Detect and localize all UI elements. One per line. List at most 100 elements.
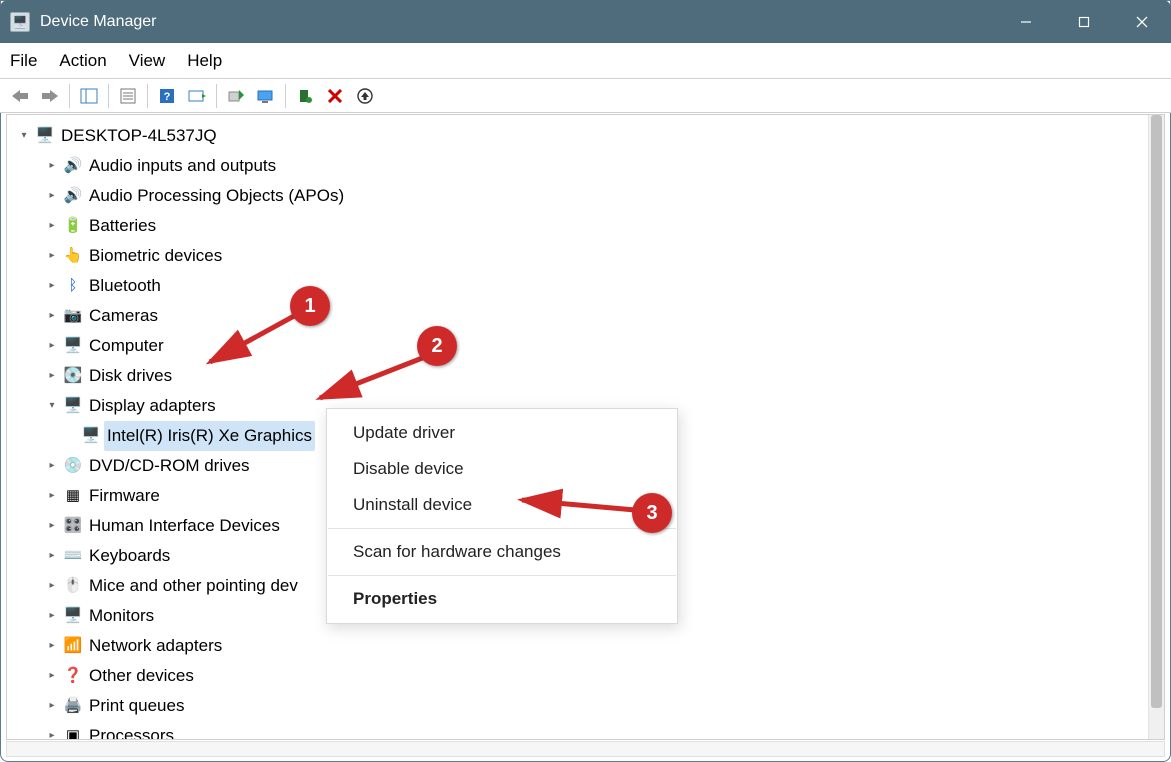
tree-node-audio-io[interactable]: ▸ 🔊 Audio inputs and outputs: [43, 151, 1148, 181]
chevron-right-icon[interactable]: ▸: [43, 547, 61, 565]
chevron-right-icon[interactable]: ▸: [43, 247, 61, 265]
tree-root-label: DESKTOP-4L537JQ: [61, 121, 217, 151]
show-hide-tree-button[interactable]: [75, 82, 103, 110]
tree-node-label: Bluetooth: [89, 271, 161, 301]
annotation-label: 2: [431, 335, 442, 358]
context-menu-scan-hardware[interactable]: Scan for hardware changes: [327, 534, 677, 570]
monitor-icon: 🖥️: [63, 606, 83, 626]
network-icon: 📶: [63, 636, 83, 656]
chip-icon: ▦: [63, 486, 83, 506]
status-bar: [6, 741, 1165, 757]
chevron-down-icon[interactable]: ▾: [43, 397, 61, 415]
chevron-right-icon[interactable]: ▸: [43, 337, 61, 355]
chevron-right-icon[interactable]: ▸: [43, 637, 61, 655]
annotation-arrow-3: [510, 492, 650, 522]
context-menu-separator: [328, 575, 676, 576]
chevron-right-icon[interactable]: ▸: [43, 457, 61, 475]
annotation-callout-3: 3: [632, 493, 672, 533]
chevron-right-icon[interactable]: ▸: [43, 667, 61, 685]
back-button[interactable]: [6, 82, 34, 110]
tree-node-other[interactable]: ▸ ❓ Other devices: [43, 661, 1148, 691]
menu-action[interactable]: Action: [59, 51, 106, 71]
tree-node-label: Display adapters: [89, 391, 216, 421]
chevron-right-icon[interactable]: ▸: [43, 367, 61, 385]
context-menu-properties[interactable]: Properties: [327, 581, 677, 617]
tree-node-apo[interactable]: ▸ 🔊 Audio Processing Objects (APOs): [43, 181, 1148, 211]
chevron-right-icon[interactable]: ▸: [43, 607, 61, 625]
menu-view[interactable]: View: [129, 51, 166, 71]
annotation-label: 1: [304, 295, 315, 318]
tree-node-processors[interactable]: ▸ ▣ Processors: [43, 721, 1148, 739]
minimize-button[interactable]: [997, 0, 1055, 43]
tree-node-bluetooth[interactable]: ▸ ᛒ Bluetooth: [43, 271, 1148, 301]
tree-node-batteries[interactable]: ▸ 🔋 Batteries: [43, 211, 1148, 241]
keyboard-icon: ⌨️: [63, 546, 83, 566]
annotation-callout-1: 1: [290, 286, 330, 326]
tree-node-label: Cameras: [89, 301, 158, 331]
toolbar: ?: [0, 79, 1171, 113]
annotation-callout-2: 2: [417, 326, 457, 366]
update-driver-button[interactable]: [222, 82, 250, 110]
tree-node-label: Human Interface Devices: [89, 511, 280, 541]
mouse-icon: 🖱️: [63, 576, 83, 596]
chevron-right-icon[interactable]: ▸: [43, 517, 61, 535]
tree-node-network[interactable]: ▸ 📶 Network adapters: [43, 631, 1148, 661]
display-adapter-icon: 🖥️: [63, 396, 83, 416]
chevron-right-icon[interactable]: ▸: [43, 577, 61, 595]
menu-bar: File Action View Help: [0, 43, 1171, 79]
speaker-icon: 🔊: [63, 156, 83, 176]
annotation-label: 3: [646, 502, 657, 525]
title-bar: 🖥️ Device Manager: [0, 0, 1171, 43]
menu-help[interactable]: Help: [187, 51, 222, 71]
properties-button[interactable]: [114, 82, 142, 110]
tree-node-label: Processors: [89, 721, 174, 739]
chevron-right-icon[interactable]: ▸: [43, 157, 61, 175]
tree-node-label: Mice and other pointing dev: [89, 571, 298, 601]
monitor-icon: 🖥️: [63, 336, 83, 356]
chevron-right-icon[interactable]: ▸: [43, 187, 61, 205]
uninstall-button[interactable]: [351, 82, 379, 110]
printer-icon: 🖨️: [63, 696, 83, 716]
battery-icon: 🔋: [63, 216, 83, 236]
menu-file[interactable]: File: [10, 51, 37, 71]
tree-node-printq[interactable]: ▸ 🖨️ Print queues: [43, 691, 1148, 721]
chevron-right-icon[interactable]: ▸: [43, 697, 61, 715]
tree-node-label: Audio Processing Objects (APOs): [89, 181, 344, 211]
tree-node-label: Disk drives: [89, 361, 172, 391]
window-title: Device Manager: [40, 13, 157, 31]
chevron-right-icon[interactable]: ▸: [43, 727, 61, 739]
tree-node-label: Firmware: [89, 481, 160, 511]
disk-icon: 💽: [63, 366, 83, 386]
tree-node-label: Audio inputs and outputs: [89, 151, 276, 181]
caption-buttons: [997, 0, 1171, 43]
tree-node-label: Network adapters: [89, 631, 222, 661]
close-button[interactable]: [1113, 0, 1171, 43]
chevron-right-icon[interactable]: ▸: [43, 487, 61, 505]
enable-device-button[interactable]: [291, 82, 319, 110]
tree-node-label: Other devices: [89, 661, 194, 691]
maximize-button[interactable]: [1055, 0, 1113, 43]
context-menu-update-driver[interactable]: Update driver: [327, 415, 677, 451]
tree-node-label: DVD/CD-ROM drives: [89, 451, 250, 481]
cpu-icon: ▣: [63, 726, 83, 739]
help-button[interactable]: ?: [153, 82, 181, 110]
chevron-down-icon[interactable]: ▾: [15, 127, 33, 145]
gpu-icon: 🖥️: [81, 426, 101, 446]
forward-button[interactable]: [36, 82, 64, 110]
tree-node-label: Keyboards: [89, 541, 170, 571]
toolbar-separator: [108, 84, 109, 108]
chevron-right-icon[interactable]: ▸: [43, 307, 61, 325]
disable-device-button[interactable]: [321, 82, 349, 110]
vertical-scrollbar[interactable]: [1148, 115, 1164, 739]
app-icon: 🖥️: [10, 12, 30, 32]
speaker-icon: 🔊: [63, 186, 83, 206]
chevron-right-icon[interactable]: ▸: [43, 277, 61, 295]
fingerprint-icon: 👆: [63, 246, 83, 266]
uninstall-display-button[interactable]: [252, 82, 280, 110]
chevron-right-icon[interactable]: ▸: [43, 217, 61, 235]
tree-root[interactable]: ▾ 🖥️ DESKTOP-4L537JQ: [15, 121, 1148, 151]
context-menu-disable-device[interactable]: Disable device: [327, 451, 677, 487]
scrollbar-thumb[interactable]: [1151, 115, 1162, 708]
scan-hardware-button[interactable]: [183, 82, 211, 110]
tree-node-biometric[interactable]: ▸ 👆 Biometric devices: [43, 241, 1148, 271]
